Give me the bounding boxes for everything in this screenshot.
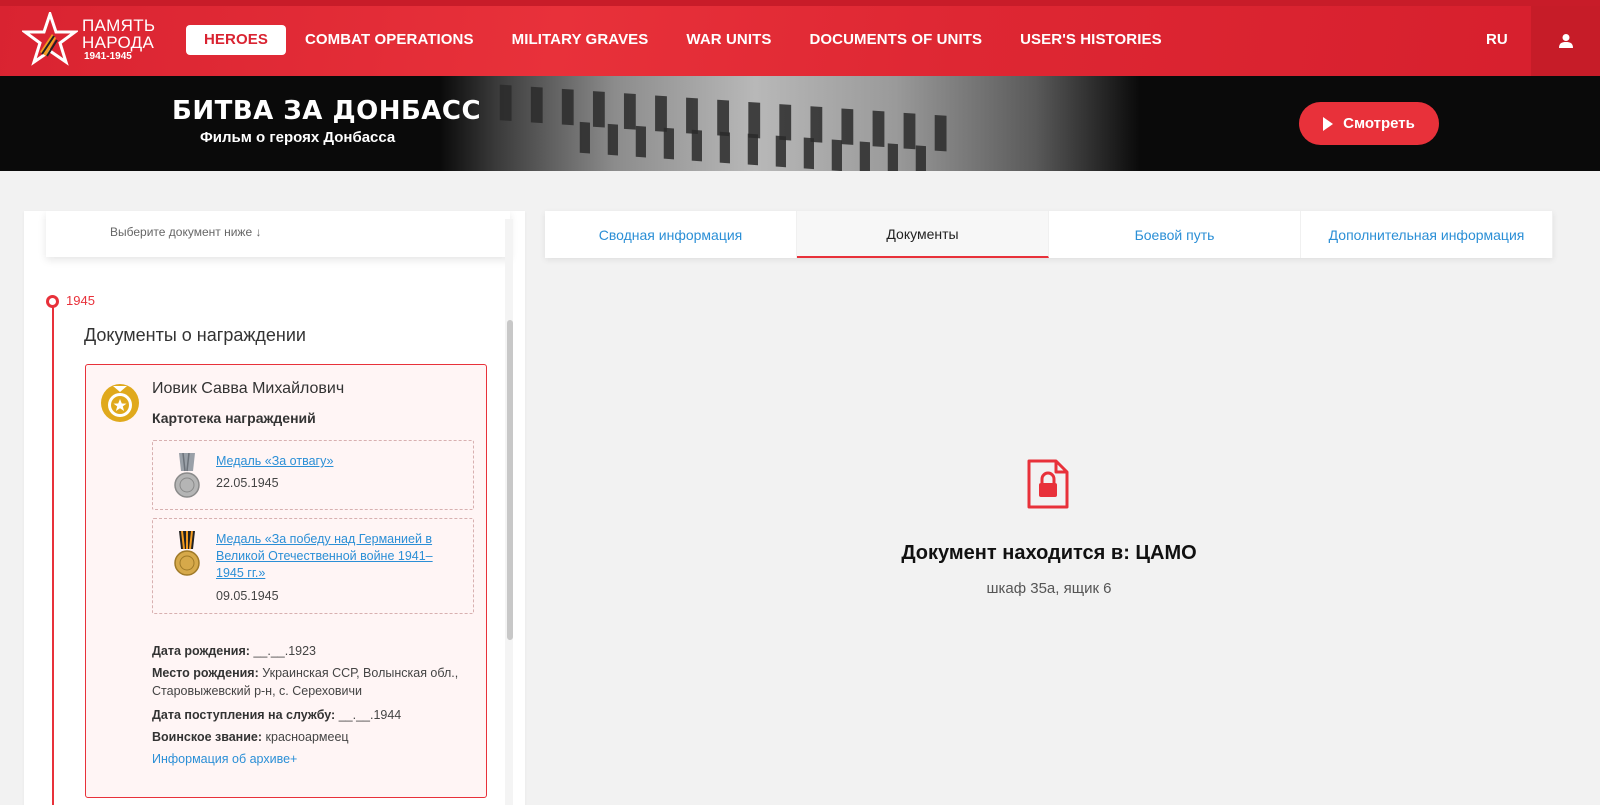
hero-tabs: Сводная информация Документы Боевой путь… <box>545 211 1553 258</box>
logo-line-1: ПАМЯТЬ <box>82 16 156 35</box>
documents-list-panel: Выберите документ ниже ↓ 1945 Документы … <box>24 211 525 805</box>
birth-date-label: Дата рождения: <box>152 644 250 658</box>
timeline-year: 1945 <box>66 293 95 308</box>
service-date-label: Дата поступления на службу: <box>152 708 336 722</box>
language-switch[interactable]: RU <box>1486 31 1508 48</box>
user-icon <box>1558 34 1573 48</box>
banner-subtitle: Фильм о героях Донбасса <box>200 129 396 146</box>
locked-document-icon <box>1027 459 1069 509</box>
birth-date-value: __.__.1923 <box>253 644 316 658</box>
main-nav: HEROES COMBAT OPERATIONS MILITARY GRAVES… <box>186 25 1200 55</box>
banner-title: БИТВА ЗА ДОНБАСС <box>172 96 482 126</box>
nav-users-histories[interactable]: USER'S HISTORIES <box>1020 25 1162 55</box>
section-title: Документы о награждении <box>84 325 306 345</box>
logo-text: ПАМЯТЬ НАРОДА 1941-1945 <box>82 17 155 63</box>
birth-date-row: Дата рождения: __.__.1923 <box>152 642 462 660</box>
bravery-medal-icon <box>174 453 200 498</box>
document-select-box[interactable]: Выберите документ ниже ↓ <box>46 211 510 257</box>
watch-button-label: Смотреть <box>1343 115 1415 132</box>
select-hint: Выберите документ ниже ↓ <box>110 225 262 239</box>
timeline-dot <box>46 295 59 308</box>
user-button[interactable] <box>1531 6 1600 76</box>
nav-documents-of-units[interactable]: DOCUMENTS OF UNITS <box>809 25 982 55</box>
service-date-row: Дата поступления на службу: __.__.1944 <box>152 706 462 724</box>
logo-years: 1941-1945 <box>84 51 132 62</box>
award-star-icon <box>101 384 139 422</box>
logo-line-2: НАРОДА <box>82 33 155 52</box>
tab-combat-path[interactable]: Боевой путь <box>1049 211 1301 258</box>
rank-value: красноармеец <box>265 730 349 744</box>
nav-combat-operations[interactable]: COMBAT OPERATIONS <box>305 25 474 55</box>
card-type: Картотека награждений <box>152 410 316 426</box>
medal-link[interactable]: Медаль «За победу над Германией в Велико… <box>216 531 452 582</box>
promo-banner: ▌▌▌▌▌▌▌▌▌▌▌▌▌▌▌ ▌▌▌▌▌▌▌▌▌▌▌▌▌ БИТВА ЗА Д… <box>0 76 1600 171</box>
play-icon <box>1323 116 1334 131</box>
rank-label: Воинское звание: <box>152 730 263 744</box>
document-location-detail: шкаф 35а, ящик 6 <box>986 580 1112 597</box>
birth-place-row: Место рождения: Украинская ССР, Волынска… <box>152 664 462 700</box>
tab-additional-info[interactable]: Дополнительная информация <box>1301 211 1553 258</box>
timeline-line <box>52 301 54 805</box>
nav-military-graves[interactable]: MILITARY GRAVES <box>512 25 649 55</box>
scrollbar-thumb[interactable] <box>507 320 513 640</box>
medal-date: 22.05.1945 <box>216 476 279 490</box>
tab-summary[interactable]: Сводная информация <box>545 211 797 258</box>
medal-link[interactable]: Медаль «За отвагу» <box>216 453 452 470</box>
top-navigation-bar: ПАМЯТЬ НАРОДА 1941-1945 HEROES COMBAT OP… <box>0 0 1600 76</box>
medal-item[interactable]: Медаль «За отвагу» 22.05.1945 <box>152 440 474 510</box>
star-logo-icon <box>22 12 78 66</box>
archive-info-link[interactable]: Информация об архиве+ <box>152 752 297 766</box>
header-strip <box>0 0 1600 6</box>
award-card[interactable]: Иовик Савва Михайлович Картотека награжд… <box>85 364 487 798</box>
nav-war-units[interactable]: WAR UNITS <box>686 25 771 55</box>
person-name: Иовик Савва Михайлович <box>152 380 345 397</box>
watch-button[interactable]: Смотреть <box>1299 102 1439 145</box>
nav-heroes[interactable]: HEROES <box>186 25 286 55</box>
tab-documents[interactable]: Документы <box>797 211 1049 258</box>
service-date-value: __.__.1944 <box>338 708 402 722</box>
victory-medal-icon <box>174 531 200 576</box>
medal-item[interactable]: Медаль «За победу над Германией в Велико… <box>152 518 474 614</box>
banner-photo: ▌▌▌▌▌▌▌▌▌▌▌▌▌▌▌ ▌▌▌▌▌▌▌▌▌▌▌▌▌ <box>440 76 1140 171</box>
logo[interactable]: ПАМЯТЬ НАРОДА 1941-1945 <box>22 12 155 68</box>
birth-place-label: Место рождения: <box>152 666 259 680</box>
rank-row: Воинское звание: красноармеец <box>152 728 462 746</box>
document-location-title: Документ находится в: ЦАМО <box>901 542 1197 564</box>
medal-date: 09.05.1945 <box>216 589 279 603</box>
